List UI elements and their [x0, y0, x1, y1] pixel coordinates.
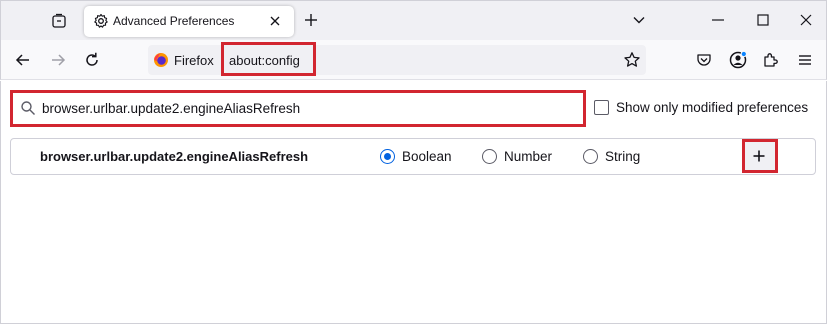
url-input[interactable]: about:config: [229, 53, 300, 68]
puzzle-piece-icon[interactable]: [762, 51, 780, 69]
new-tab-icon[interactable]: [302, 11, 320, 29]
maximize-icon[interactable]: [756, 13, 770, 27]
type-radio-boolean[interactable]: [380, 149, 395, 164]
chevron-down-icon[interactable]: [631, 12, 647, 28]
pocket-icon[interactable]: [695, 51, 713, 69]
search-value: browser.urlbar.update2.engineAliasRefres…: [42, 101, 301, 116]
forward-arrow-icon[interactable]: [49, 51, 67, 69]
list-all-tabs-button[interactable]: [45, 9, 73, 33]
type-radio-number[interactable]: [482, 149, 497, 164]
type-label-string[interactable]: String: [605, 149, 640, 164]
star-icon[interactable]: [623, 51, 641, 69]
tab-advanced-preferences[interactable]: Advanced Preferences: [84, 6, 294, 37]
tab-strip: Advanced Preferences: [0, 0, 827, 40]
navigation-toolbar: Firefox about:config: [0, 40, 827, 80]
preference-name: browser.urlbar.update2.engineAliasRefres…: [40, 149, 309, 164]
account-icon[interactable]: [728, 50, 748, 70]
plus-icon[interactable]: [752, 149, 766, 163]
reload-icon[interactable]: [83, 51, 101, 69]
show-modified-label[interactable]: Show only modified preferences: [616, 100, 808, 115]
show-modified-checkbox[interactable]: [594, 100, 609, 115]
gear-icon: [94, 13, 108, 28]
hamburger-menu-icon[interactable]: [796, 51, 814, 69]
tab-title: Advanced Preferences: [113, 14, 235, 28]
search-icon: [21, 101, 35, 115]
back-arrow-icon[interactable]: [14, 51, 32, 69]
tab-list-icon: [52, 13, 66, 28]
type-radio-string[interactable]: [583, 149, 598, 164]
type-label-boolean[interactable]: Boolean: [402, 149, 452, 164]
firefox-logo-icon: [154, 53, 168, 67]
close-window-icon[interactable]: [799, 13, 813, 27]
minimize-icon[interactable]: [711, 13, 725, 27]
identity-box[interactable]: Firefox: [153, 49, 214, 71]
identity-label: Firefox: [174, 52, 214, 68]
close-tab-icon[interactable]: [267, 13, 283, 29]
type-label-number[interactable]: Number: [504, 149, 552, 164]
